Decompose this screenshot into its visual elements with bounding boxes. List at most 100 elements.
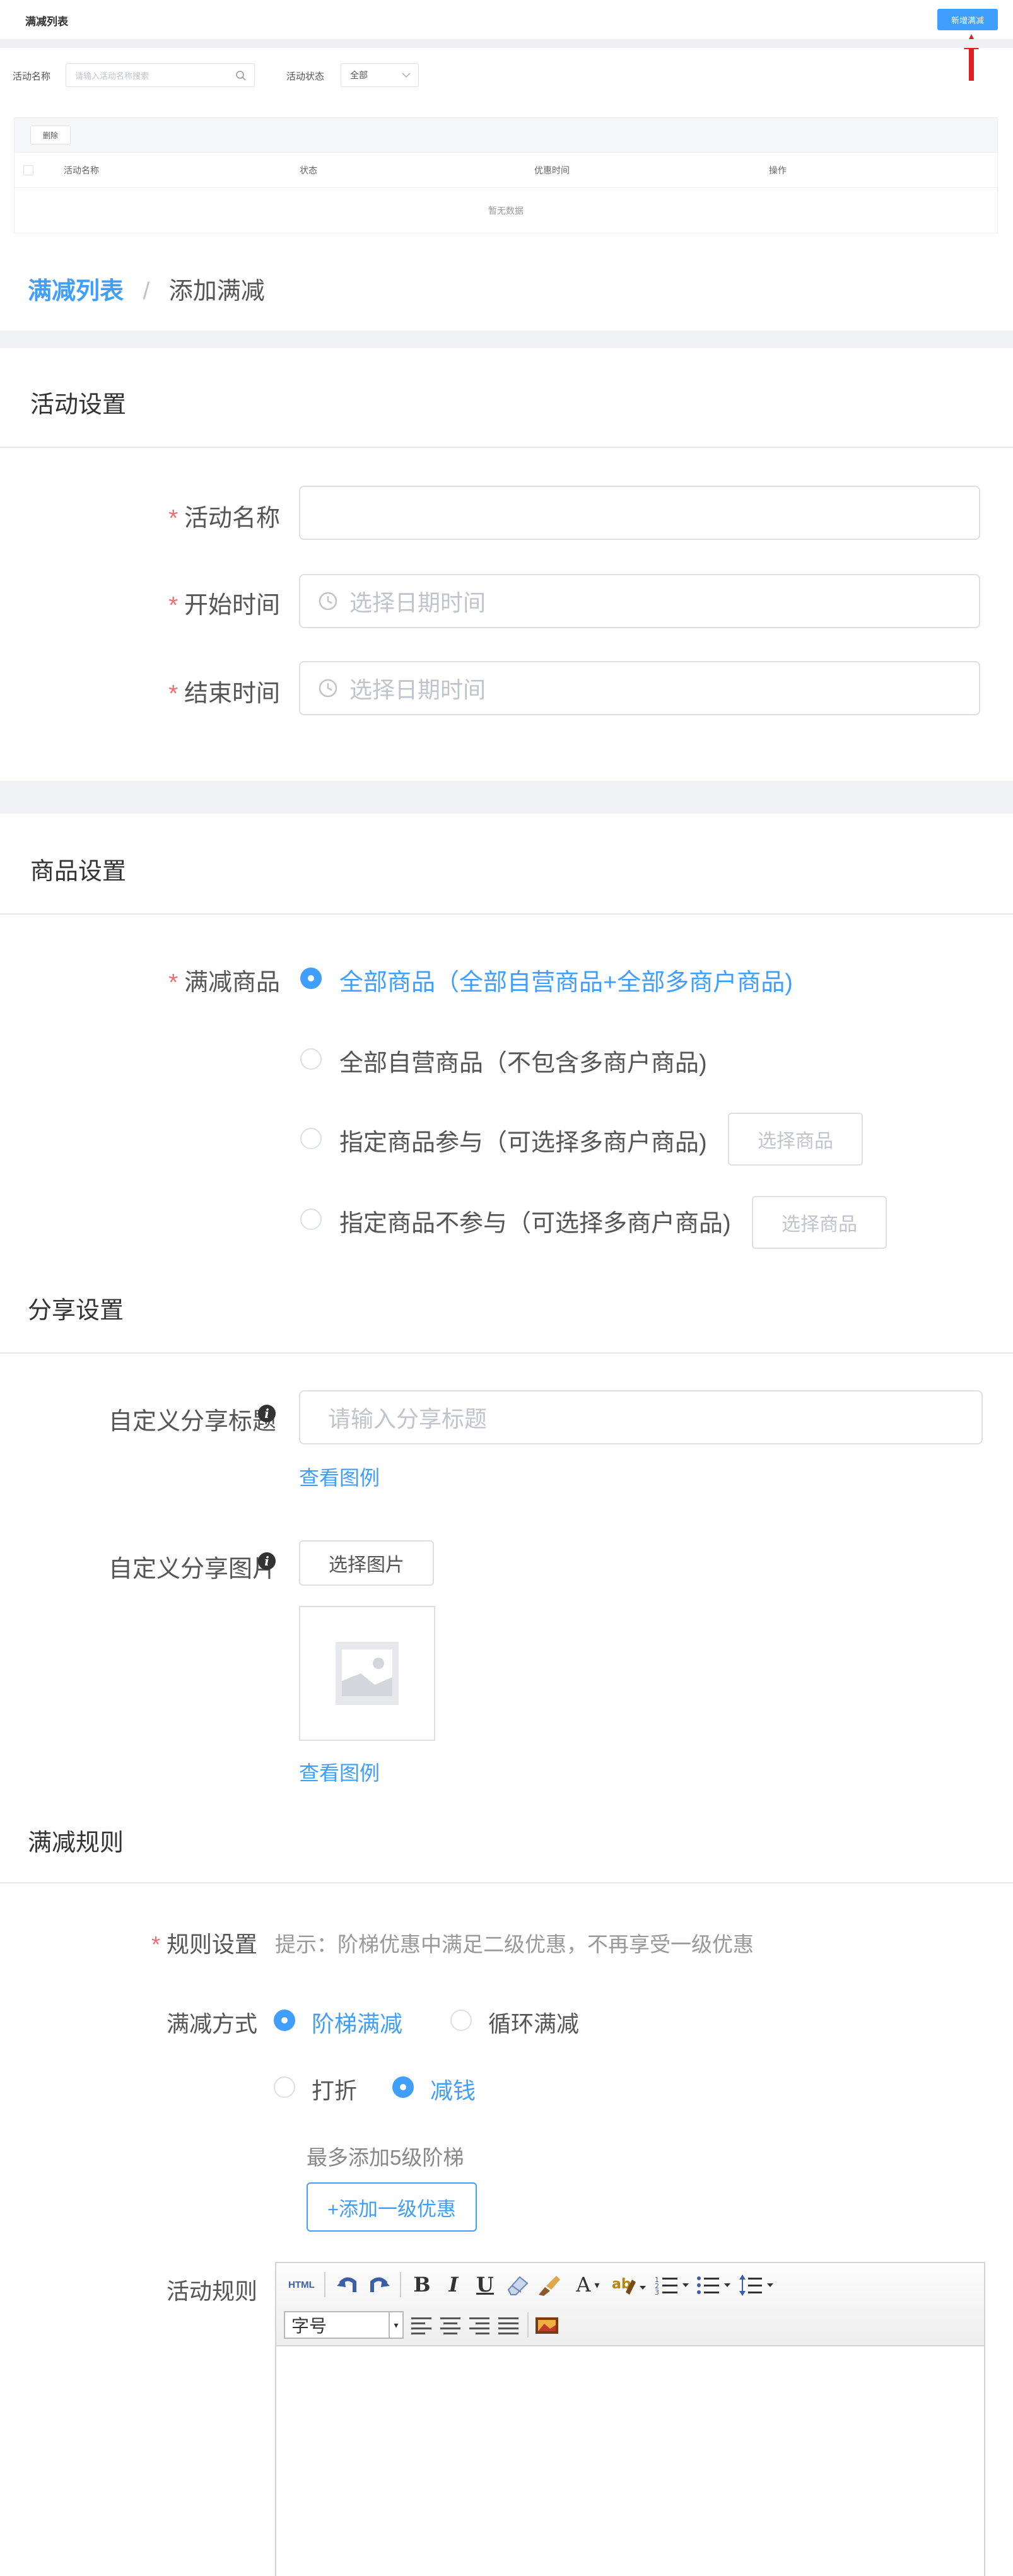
- type-radio-reduce[interactable]: [392, 2076, 414, 2098]
- section-title-activity: 活动设置: [30, 392, 127, 418]
- align-left-icon[interactable]: [410, 2315, 433, 2336]
- line-height-icon[interactable]: [739, 2273, 776, 2297]
- image-icon: [336, 1642, 399, 1705]
- mode-option-ladder[interactable]: 阶梯满减: [312, 2006, 402, 2039]
- breadcrumb-parent[interactable]: 满减列表: [28, 278, 124, 305]
- delete-button[interactable]: 删除: [30, 126, 71, 144]
- start-time-picker[interactable]: 选择日期时间: [299, 574, 980, 628]
- share-image-label-text: 自定义分享图片: [108, 1556, 276, 1583]
- required-mark: *: [168, 969, 178, 996]
- search-icon[interactable]: [235, 70, 247, 81]
- mode-option-cycle[interactable]: 循环满减: [488, 2006, 579, 2039]
- table-toolbar: [14, 117, 998, 153]
- end-time-label-text: 结束时间: [184, 681, 280, 707]
- redo-icon[interactable]: [367, 2273, 391, 2297]
- section-title-share: 分享设置: [28, 1297, 124, 1324]
- section-title-goods: 商品设置: [30, 858, 127, 885]
- filter-status-select[interactable]: 全部: [341, 63, 419, 87]
- activity-name-label: * 活动名称: [168, 498, 280, 533]
- view-example-link-image[interactable]: 查看图例: [299, 1757, 380, 1786]
- section-divider: [0, 913, 1013, 915]
- end-time-picker[interactable]: 选择日期时间: [299, 661, 980, 715]
- start-time-label: * 开始时间: [168, 585, 280, 620]
- share-image-label: 自定义分享图片: [108, 1549, 276, 1584]
- undo-icon[interactable]: [336, 2273, 360, 2297]
- align-center-icon[interactable]: [439, 2315, 462, 2336]
- empty-text: 暂无数据: [488, 205, 524, 216]
- select-image-button[interactable]: 选择图片: [299, 1540, 434, 1586]
- image-placeholder[interactable]: [299, 1606, 435, 1741]
- align-right-icon[interactable]: [468, 2315, 491, 2336]
- mode-radio-ladder[interactable]: [274, 2010, 295, 2031]
- align-justify-icon[interactable]: [497, 2315, 520, 2336]
- column-header-time: 优惠时间: [534, 165, 570, 175]
- section-divider: [0, 447, 1013, 448]
- goods-option-self[interactable]: 全部自营商品（不包含多商户商品): [339, 1043, 707, 1078]
- breadcrumb-separator: /: [143, 278, 150, 305]
- html-source-icon[interactable]: HTML: [284, 2272, 319, 2297]
- type-option-reduce[interactable]: 减钱: [430, 2073, 476, 2105]
- svg-text:i: i: [264, 1554, 269, 1569]
- table-header: 活动名称 状态 优惠时间 操作: [14, 153, 998, 188]
- activity-name-input[interactable]: [299, 486, 980, 540]
- add-promotion-button[interactable]: 新增满减: [937, 9, 998, 30]
- format-brush-icon[interactable]: [536, 2273, 563, 2297]
- clock-icon: [319, 592, 337, 611]
- bold-icon[interactable]: B: [407, 2272, 436, 2297]
- rule-setting-label: * 规则设置: [151, 1926, 257, 1959]
- filter-status-label: 活动状态: [286, 71, 325, 82]
- filter-name-input[interactable]: 请输入活动名称搜索: [66, 63, 255, 87]
- type-option-discount[interactable]: 打折: [312, 2073, 357, 2105]
- goods-radio-include[interactable]: [300, 1128, 322, 1149]
- column-header-name: 活动名称: [64, 165, 99, 175]
- mode-label: 满减方式: [166, 2011, 257, 2037]
- rich-text-editor: HTML B I U A ▾ ab 1 2 3 字号 ▾: [275, 2262, 985, 2576]
- breadcrumb: 满减列表 / 添加满减: [28, 271, 265, 306]
- ordered-list-icon[interactable]: 1 2 3: [655, 2273, 691, 2297]
- goods-label: * 满减商品: [168, 963, 280, 997]
- mode-radio-cycle[interactable]: [450, 2010, 472, 2031]
- activity-name-label-text: 活动名称: [184, 505, 280, 532]
- goods-radio-self[interactable]: [300, 1048, 322, 1070]
- chevron-down-icon: [402, 73, 411, 78]
- add-level-button[interactable]: +添加一级优惠: [307, 2182, 477, 2232]
- font-color-icon[interactable]: A ▾: [570, 2272, 606, 2297]
- font-size-label: 字号: [291, 2316, 327, 2336]
- rule-hint: 提示：阶梯优惠中满足二级优惠，不再享受一级优惠: [275, 1933, 754, 1956]
- toolbar-separator: [400, 2272, 401, 2297]
- highlight-color-icon[interactable]: ab: [611, 2273, 647, 2297]
- share-title-input[interactable]: 请输入分享标题: [299, 1390, 983, 1444]
- type-radio-discount[interactable]: [274, 2076, 295, 2098]
- required-mark: *: [168, 505, 178, 532]
- goods-option-all[interactable]: 全部商品（全部自营商品+全部多商户商品): [339, 963, 793, 997]
- goods-option-include[interactable]: 指定商品参与（可选择多商户商品): [339, 1123, 707, 1157]
- info-icon[interactable]: i: [257, 1552, 276, 1571]
- unordered-list-icon[interactable]: [696, 2273, 733, 2297]
- insert-image-icon[interactable]: [535, 2316, 559, 2335]
- info-icon[interactable]: i: [257, 1404, 276, 1423]
- html-label: HTML: [288, 2279, 315, 2290]
- select-goods-button-include[interactable]: 选择商品: [728, 1113, 863, 1166]
- toolbar-separator: [527, 2312, 529, 2338]
- select-goods-button-exclude[interactable]: 选择商品: [752, 1196, 887, 1249]
- eraser-icon[interactable]: [505, 2273, 530, 2297]
- filter-name-label: 活动名称: [13, 71, 51, 82]
- activity-rule-label: 活动规则: [166, 2278, 257, 2304]
- section-divider: [0, 1352, 1013, 1354]
- goods-radio-exclude[interactable]: [300, 1209, 322, 1230]
- svg-text:i: i: [264, 1406, 269, 1421]
- breadcrumb-current: 添加满减: [168, 278, 265, 305]
- max-level-tip: 最多添加5级阶梯: [307, 2146, 464, 2169]
- view-example-link-title[interactable]: 查看图例: [299, 1462, 380, 1491]
- share-title-placeholder: 请输入分享标题: [328, 1406, 488, 1432]
- italic-icon[interactable]: I: [439, 2272, 468, 2297]
- goods-option-exclude[interactable]: 指定商品不参与（可选择多商户商品): [339, 1203, 731, 1238]
- goods-radio-all[interactable]: [300, 968, 322, 989]
- font-size-select[interactable]: 字号 ▾: [284, 2311, 404, 2339]
- editor-toolbar: HTML B I U A ▾ ab 1 2 3 字号 ▾: [276, 2263, 984, 2346]
- select-all-checkbox[interactable]: [23, 165, 33, 175]
- chevron-down-icon: ▾: [389, 2312, 402, 2338]
- section-divider: [0, 1882, 1013, 1883]
- underline-icon[interactable]: U: [471, 2272, 500, 2297]
- svg-text:3: 3: [655, 2288, 659, 2297]
